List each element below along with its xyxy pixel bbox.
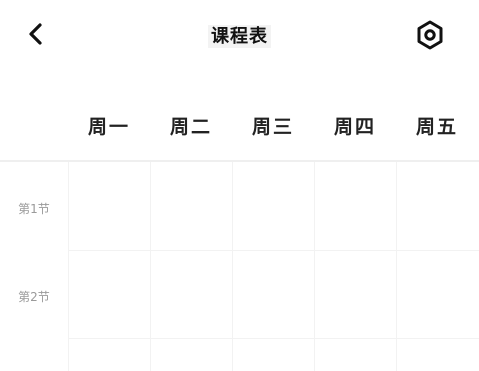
top-bar: 课程表 <box>0 0 479 70</box>
grid-row-divider <box>68 250 479 251</box>
grid-column-divider <box>232 162 233 371</box>
grid-column-divider <box>68 162 69 371</box>
grid-row-divider <box>68 338 479 339</box>
weekday-header-row: 周一 周二 周三 周四 周五 <box>68 112 479 144</box>
grid-column-divider <box>314 162 315 371</box>
settings-button[interactable] <box>414 19 446 51</box>
grid-column-divider <box>396 162 397 371</box>
period-label-2: 第2节 <box>18 290 50 304</box>
page-title: 课程表 <box>0 22 479 48</box>
day-header-mon: 周一 <box>87 116 130 138</box>
day-header-thu: 周四 <box>333 116 376 138</box>
day-header-fri: 周五 <box>415 116 458 138</box>
day-header-wed: 周三 <box>251 116 294 138</box>
schedule-grid: 第1节 第2节 <box>0 162 479 371</box>
day-header-tue: 周二 <box>169 116 212 138</box>
period-label-1: 第1节 <box>18 202 50 216</box>
grid-column-divider <box>150 162 151 371</box>
hexagon-settings-icon <box>417 20 443 50</box>
